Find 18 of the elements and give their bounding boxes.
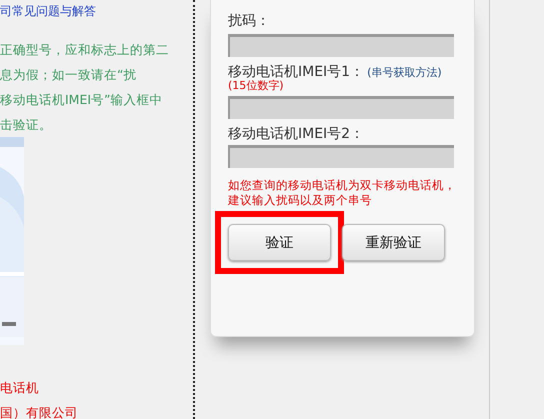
- reverify-button[interactable]: 重新验证: [342, 224, 445, 261]
- input-field[interactable]: [228, 34, 454, 57]
- faq-link[interactable]: 司常见问题与解答: [0, 4, 96, 18]
- field-label: 移动电话机IMEI号2：: [228, 125, 364, 143]
- instruction-text: 息为假；如一致请在“扰: [0, 66, 136, 84]
- dual-sim-note: 如您查询的移动电话机为双卡移动电话机，建议输入扰码以及两个串号: [228, 178, 457, 208]
- instruction-text: 移动电话机IMEI号”输入框中: [0, 91, 163, 109]
- verify-button[interactable]: 验证: [228, 224, 331, 261]
- company-text: 电话机: [0, 379, 39, 397]
- instruction-text: 正确型号，应和标志上的第二: [0, 41, 169, 59]
- company-text: 国）有限公司: [0, 404, 78, 419]
- field-label: 扰码：: [228, 12, 270, 30]
- serial-help-link[interactable]: (串号获取方法): [367, 65, 442, 80]
- input-field[interactable]: [228, 145, 454, 168]
- hint-text: (15位数字): [228, 79, 285, 92]
- instruction-text: 击验证。: [0, 116, 52, 134]
- input-field[interactable]: [228, 96, 454, 119]
- field-label: 移动电话机IMEI号1：: [228, 63, 364, 80]
